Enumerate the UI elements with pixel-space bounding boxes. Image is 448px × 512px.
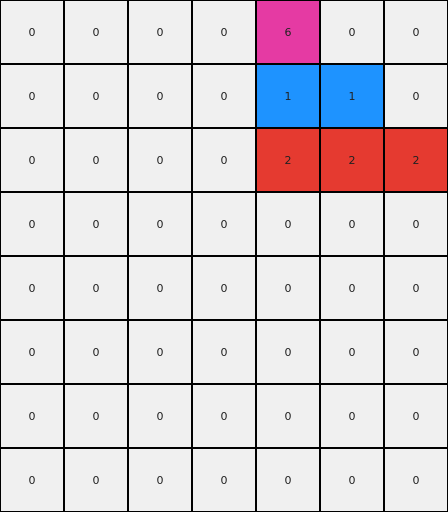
- grid-cell[interactable]: 0: [193, 193, 255, 255]
- grid-cell[interactable]: 0: [321, 1, 383, 63]
- grid-cell[interactable]: 0: [65, 193, 127, 255]
- grid-cell[interactable]: 0: [193, 321, 255, 383]
- grid-cell[interactable]: 0: [129, 65, 191, 127]
- grid-cell[interactable]: 0: [257, 449, 319, 511]
- grid-cell[interactable]: 0: [129, 321, 191, 383]
- grid-cell[interactable]: 0: [385, 449, 447, 511]
- grid-cell[interactable]: 0: [1, 257, 63, 319]
- grid-cell[interactable]: 0: [65, 449, 127, 511]
- grid-cell[interactable]: 2: [385, 129, 447, 191]
- grid-cell[interactable]: 0: [321, 321, 383, 383]
- grid-cell[interactable]: 1: [321, 65, 383, 127]
- grid-cell[interactable]: 2: [321, 129, 383, 191]
- grid-cell[interactable]: 0: [193, 257, 255, 319]
- grid-cell[interactable]: 0: [65, 129, 127, 191]
- grid-cell[interactable]: 0: [193, 449, 255, 511]
- puzzle-grid: 0000600000011000002220000000000000000000…: [0, 0, 448, 512]
- grid-cell[interactable]: 0: [257, 321, 319, 383]
- grid-cell[interactable]: 6: [257, 1, 319, 63]
- grid-cell[interactable]: 0: [385, 1, 447, 63]
- grid-cell[interactable]: 0: [385, 65, 447, 127]
- grid-cell[interactable]: 0: [385, 193, 447, 255]
- grid-cell[interactable]: 1: [257, 65, 319, 127]
- grid-cell[interactable]: 0: [65, 257, 127, 319]
- grid-cell[interactable]: 0: [65, 321, 127, 383]
- grid-cell[interactable]: 0: [321, 449, 383, 511]
- grid-cell[interactable]: 0: [1, 449, 63, 511]
- grid-cell[interactable]: 0: [1, 65, 63, 127]
- grid-cell[interactable]: 0: [385, 321, 447, 383]
- grid-cell[interactable]: 0: [257, 385, 319, 447]
- grid-cell[interactable]: 0: [193, 65, 255, 127]
- grid-cell[interactable]: 0: [193, 1, 255, 63]
- grid-cell[interactable]: 0: [65, 385, 127, 447]
- grid-cell[interactable]: 0: [321, 193, 383, 255]
- grid-cell[interactable]: 0: [1, 129, 63, 191]
- grid-cell[interactable]: 0: [321, 385, 383, 447]
- grid-cell[interactable]: 0: [129, 257, 191, 319]
- grid-cell[interactable]: 0: [129, 385, 191, 447]
- grid-cell[interactable]: 2: [257, 129, 319, 191]
- grid-cell[interactable]: 0: [385, 257, 447, 319]
- grid-cell[interactable]: 0: [193, 129, 255, 191]
- grid-cell[interactable]: 0: [1, 385, 63, 447]
- grid-cell[interactable]: 0: [129, 129, 191, 191]
- grid-cell[interactable]: 0: [385, 385, 447, 447]
- grid-cell[interactable]: 0: [257, 193, 319, 255]
- grid-cell[interactable]: 0: [1, 321, 63, 383]
- grid-cell[interactable]: 0: [321, 257, 383, 319]
- grid-cell[interactable]: 0: [257, 257, 319, 319]
- grid-cell[interactable]: 0: [1, 1, 63, 63]
- grid-cell[interactable]: 0: [193, 385, 255, 447]
- grid-cell[interactable]: 0: [129, 193, 191, 255]
- grid-cell[interactable]: 0: [65, 65, 127, 127]
- grid-cell[interactable]: 0: [1, 193, 63, 255]
- grid-cell[interactable]: 0: [129, 1, 191, 63]
- grid-cell[interactable]: 0: [129, 449, 191, 511]
- grid-cell[interactable]: 0: [65, 1, 127, 63]
